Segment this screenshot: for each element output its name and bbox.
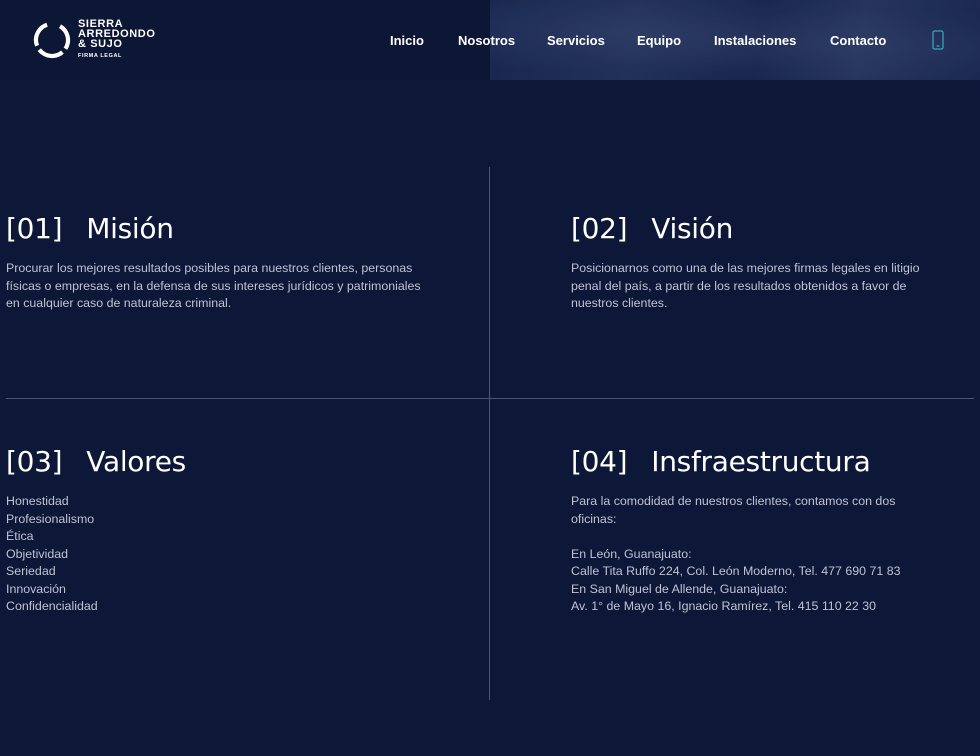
office-sma-label: En San Miguel de Allende, Guanajuato: (571, 581, 788, 596)
section-infraestructura: [04] Insfraestructura Para la comodidad … (571, 445, 976, 616)
body-line: en cualquier caso de naturaleza criminal… (6, 296, 232, 310)
value-item: Innovación (6, 581, 66, 596)
section-title: Visión (651, 212, 734, 245)
value-item: Profesionalismo (6, 511, 95, 526)
office-sma-address: Av. 1° de Mayo 16, Ignacio Ramírez, Tel.… (571, 599, 877, 613)
section-title: Insfraestructura (651, 445, 871, 478)
logo-text: SIERRA ARREDONDO & SUJO FIRMA LEGAL (78, 19, 156, 60)
section-body: Para la comodidad de nuestros clientes, … (571, 493, 976, 616)
body-line: Posicionarnos como una de las mejores fi… (571, 261, 920, 275)
vertical-divider (489, 167, 490, 700)
section-body: Procurar los mejores resultados posibles… (6, 260, 466, 313)
value-item: Confidencialidad (6, 599, 98, 613)
value-item: Seriedad (6, 564, 56, 578)
value-item: Honestidad (6, 494, 69, 508)
nav-equipo[interactable]: Equipo (637, 33, 681, 48)
value-item: Ética (6, 529, 34, 543)
nav-inicio[interactable]: Inicio (390, 33, 424, 48)
section-title: Misión (86, 212, 174, 245)
body-line: Para la comodidad de nuestros clientes, … (571, 494, 896, 508)
section-body: Posicionarnos como una de las mejores fi… (571, 260, 971, 313)
section-heading: [02] Visión (571, 212, 971, 245)
logo-line-3: & SUJO (78, 38, 123, 50)
body-line: Procurar los mejores resultados posibles… (6, 261, 413, 275)
nav-servicios[interactable]: Servicios (547, 33, 605, 48)
section-number: [02] (571, 212, 628, 245)
body-line: nuestros clientes. (571, 296, 668, 310)
logo[interactable]: SIERRA ARREDONDO & SUJO FIRMA LEGAL (32, 19, 156, 61)
section-heading: [01] Misión (6, 212, 466, 245)
office-leon-label: En León, Guanajuato: (571, 546, 692, 561)
nav-nosotros[interactable]: Nosotros (458, 33, 515, 48)
horizontal-divider (6, 398, 974, 399)
nav-instalaciones[interactable]: Instalaciones (714, 33, 796, 48)
logo-subtitle: FIRMA LEGAL (78, 53, 122, 59)
section-mision: [01] Misión Procurar los mejores resulta… (6, 212, 466, 313)
section-number: [04] (571, 445, 628, 478)
section-number: [03] (6, 445, 63, 478)
office-leon-address: Calle Tita Ruffo 224, Col. León Moderno,… (571, 564, 901, 578)
section-valores: [03] Valores Honestidad Profesionalismo … (6, 445, 466, 616)
section-vision: [02] Visión Posicionarnos como una de la… (571, 212, 971, 313)
body-line: penal del país, a partir de los resultad… (571, 278, 907, 293)
nav-contacto[interactable]: Contacto (830, 33, 886, 48)
values-list: Honestidad Profesionalismo Ética Objetiv… (6, 493, 466, 616)
value-item: Objetividad (6, 546, 68, 561)
site-header: SIERRA ARREDONDO & SUJO FIRMA LEGAL Inic… (0, 0, 980, 80)
section-heading: [03] Valores (6, 445, 466, 478)
body-line: físicas o empresas, en la defensa de sus… (6, 278, 421, 293)
body-line: oficinas: (571, 511, 617, 526)
section-heading: [04] Insfraestructura (571, 445, 976, 478)
phone-icon[interactable] (932, 30, 944, 50)
logo-ring-icon (33, 21, 71, 59)
section-title: Valores (86, 445, 186, 478)
section-number: [01] (6, 212, 63, 245)
